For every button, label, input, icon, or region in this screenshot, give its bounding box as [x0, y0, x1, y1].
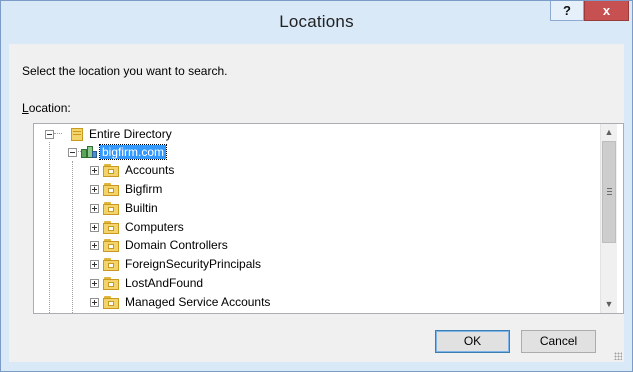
- tree-item-label: Domain Controllers: [125, 238, 228, 252]
- expand-icon[interactable]: [90, 203, 99, 213]
- ou-folder-icon: [103, 182, 119, 196]
- location-tree[interactable]: Entire Directory bigfirm.com Accounts Bi…: [33, 123, 624, 314]
- expand-icon[interactable]: [90, 240, 99, 250]
- domain-icon: [81, 145, 97, 159]
- expand-icon[interactable]: [90, 184, 99, 194]
- ou-folder-icon: [103, 163, 119, 177]
- resize-grip[interactable]: [614, 352, 622, 360]
- cancel-button[interactable]: Cancel: [521, 330, 596, 353]
- tree-item-label: Builtin: [125, 201, 158, 215]
- scrollbar-thumb[interactable]: [602, 141, 616, 243]
- dialog-body: Select the location you want to search. …: [9, 44, 624, 362]
- collapse-icon[interactable]: [45, 129, 54, 139]
- tree-item-label: Accounts: [125, 163, 175, 177]
- collapse-icon[interactable]: [68, 147, 77, 157]
- tree-line: [49, 142, 50, 313]
- tree-item-domain-controllers[interactable]: Domain Controllers: [90, 236, 228, 254]
- close-button[interactable]: x: [584, 1, 629, 21]
- vertical-scrollbar[interactable]: ▲ ▼: [600, 124, 617, 313]
- expand-icon[interactable]: [90, 259, 99, 269]
- locations-dialog: Locations ? x Select the location you wa…: [0, 0, 633, 372]
- tree-item-lost-and-found[interactable]: LostAndFound: [90, 274, 203, 292]
- tree-item-bigfirm-com[interactable]: bigfirm.com: [68, 143, 168, 161]
- location-label-rest: ocation:: [28, 101, 71, 115]
- tree-item-computers[interactable]: Computers: [90, 218, 184, 236]
- instruction-text: Select the location you want to search.: [22, 64, 228, 78]
- tree-item-label: LostAndFound: [125, 276, 204, 290]
- tree-item-label: ForeignSecurityPrincipals: [125, 257, 262, 271]
- expand-icon[interactable]: [90, 222, 99, 232]
- ou-folder-icon: [103, 238, 119, 252]
- folder-icon: [103, 276, 119, 290]
- tree-item-bigfirm[interactable]: Bigfirm: [90, 180, 162, 198]
- folder-icon: [103, 220, 119, 234]
- tree-item-label: Managed Service Accounts: [125, 295, 271, 309]
- folder-icon: [103, 257, 119, 271]
- directory-icon: [70, 127, 84, 141]
- help-button[interactable]: ?: [550, 1, 584, 21]
- tree-item-accounts[interactable]: Accounts: [90, 161, 174, 179]
- scroll-down-arrow-icon[interactable]: ▼: [601, 296, 617, 313]
- tree-item-foreign-security-principals[interactable]: ForeignSecurityPrincipals: [90, 255, 261, 273]
- ok-button[interactable]: OK: [435, 330, 510, 353]
- tree-item-builtin[interactable]: Builtin: [90, 199, 158, 217]
- tree-item-entire-directory[interactable]: Entire Directory: [45, 125, 172, 143]
- tree-item-label: Bigfirm: [125, 182, 163, 196]
- location-label-accelerator: L: [22, 101, 29, 115]
- expand-icon[interactable]: [90, 165, 99, 175]
- title-bar[interactable]: Locations ? x: [1, 1, 632, 44]
- expand-icon[interactable]: [90, 297, 99, 307]
- folder-icon: [103, 295, 119, 309]
- folder-icon: [103, 201, 119, 215]
- window-title: Locations: [279, 12, 354, 31]
- expand-icon[interactable]: [90, 278, 99, 288]
- tree-item-label: Entire Directory: [89, 127, 172, 141]
- tree-item-label: bigfirm.com: [98, 144, 168, 160]
- tree-item-managed-service-accounts[interactable]: Managed Service Accounts: [90, 293, 270, 311]
- tree-line: [72, 161, 73, 313]
- location-label: Location:: [22, 101, 71, 115]
- tree-item-label: Computers: [125, 220, 184, 234]
- scroll-up-arrow-icon[interactable]: ▲: [601, 124, 617, 141]
